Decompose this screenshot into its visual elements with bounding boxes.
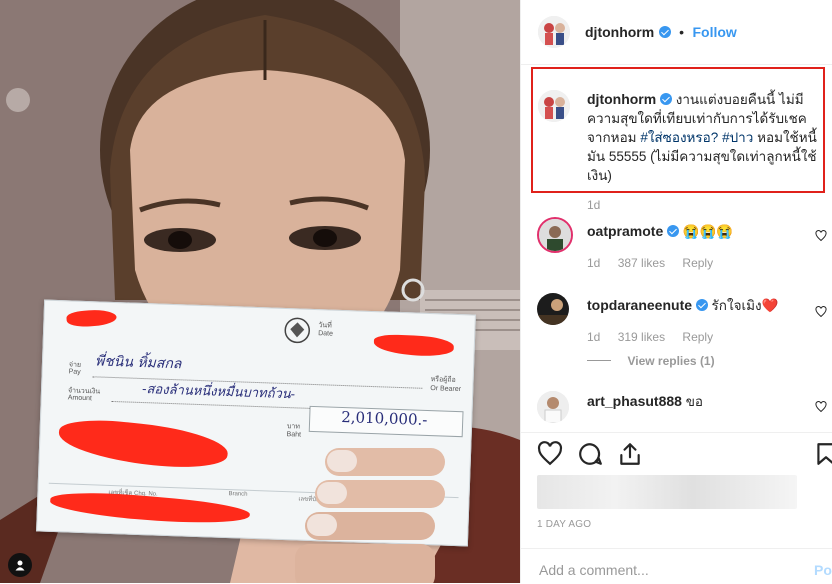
comment-verified-icon — [695, 299, 708, 311]
comment-likes[interactable]: 319 likes — [618, 330, 665, 344]
caption-text: djtonhorm งานแต่งบอยคืนนี้ ไม่มีความสุขใ… — [587, 90, 819, 185]
follow-button[interactable]: Follow — [692, 24, 736, 40]
signature-redaction — [56, 415, 230, 473]
view-replies-button[interactable]: View replies (1) — [627, 354, 714, 368]
comment-likes[interactable]: 387 likes — [618, 256, 665, 270]
caption-time[interactable]: 1d — [587, 198, 600, 212]
post-photo[interactable]: วันที่ Date จ่าย Pay พี่ชนิน หิ้มสกล หรื… — [0, 0, 520, 583]
comment-time[interactable]: 1d — [587, 330, 600, 344]
action-bar — [521, 432, 832, 473]
commenter-avatar-oatpramote[interactable] — [537, 217, 573, 253]
caption-username[interactable]: djtonhorm — [587, 91, 656, 107]
baht-label-en: Baht — [286, 431, 302, 439]
comment-meta: 1d 319 likes Reply — [587, 330, 713, 344]
bearer-text: หรือผู้ถือ Or Bearer — [430, 376, 462, 394]
payee-handwriting: พี่ชนิน หิ้มสกล — [94, 353, 182, 373]
comment-oatpramote: oatpramote 😭😭😭 — [587, 222, 807, 241]
separator-dot: • — [679, 24, 685, 40]
share-icon[interactable] — [617, 441, 643, 467]
add-comment-bar: Pos — [521, 548, 832, 584]
tagged-people-icon[interactable] — [8, 553, 32, 577]
comment-topdaraneenute: topdaraneenute รักใจเมิง❤️ — [587, 296, 807, 315]
add-comment-input[interactable] — [537, 561, 791, 579]
likes-count-blurred[interactable] — [537, 475, 797, 509]
comment-art-phasut888: art_phasut888 ขอ — [587, 392, 807, 411]
comment-username[interactable]: topdaraneenute — [587, 297, 692, 313]
verified-badge-icon — [658, 26, 671, 38]
comment-time[interactable]: 1d — [587, 256, 600, 270]
cheque-number-label: เลขที่เช็ค Chq. No. — [108, 489, 158, 498]
caption-verified-icon — [659, 93, 672, 105]
date-redaction — [373, 334, 455, 357]
like-heart-icon[interactable] — [537, 441, 563, 467]
post-time-ago[interactable]: 1 DAY AGO — [537, 519, 591, 530]
commenter-avatar-art-phasut888[interactable] — [537, 391, 569, 423]
amount-label-en: Amount — [67, 394, 92, 403]
author-avatar[interactable] — [538, 16, 570, 48]
post-comment-button[interactable]: Pos — [814, 562, 832, 578]
view-replies-row[interactable]: View replies (1) — [587, 352, 715, 370]
pay-label-en: Pay — [68, 368, 81, 376]
comment-bubble-icon[interactable] — [577, 441, 603, 467]
like-comment-heart-icon[interactable] — [815, 401, 827, 413]
reply-button[interactable]: Reply — [682, 256, 713, 270]
comment-text: 😭😭😭 — [682, 224, 734, 239]
comment-text: รักใจเมิง❤️ — [711, 298, 779, 313]
comment-username[interactable]: art_phasut888 — [587, 393, 682, 409]
garuda-emblem-icon — [284, 317, 311, 344]
save-bookmark-icon[interactable] — [813, 441, 832, 467]
amount-words-handwriting: -สองล้านหนึ่งหมื่นบาทถ้วน- — [141, 382, 296, 403]
like-comment-heart-icon[interactable] — [815, 306, 827, 318]
comment-meta: 1d 387 likes Reply — [587, 256, 713, 270]
reply-button[interactable]: Reply — [682, 330, 713, 344]
fingers — [295, 440, 465, 583]
branch-label: Branch — [228, 491, 248, 498]
hashtag-link-2[interactable]: #ปาว — [722, 130, 753, 145]
post-side-panel: djtonhorm • Follow djtonhorm งานแต่งบอยค… — [520, 0, 832, 583]
date-label-en: Date — [318, 330, 334, 338]
author-username[interactable]: djtonhorm — [585, 24, 654, 40]
comment-verified-icon — [667, 225, 679, 237]
comment-username[interactable]: oatpramote — [587, 223, 663, 239]
like-comment-heart-icon[interactable] — [815, 230, 827, 242]
view-replies-rule — [587, 360, 611, 362]
caption-author-avatar[interactable] — [538, 90, 570, 122]
post-header: djtonhorm • Follow — [521, 0, 832, 65]
commenter-avatar-topdaraneenute[interactable] — [537, 293, 569, 325]
amount-figure-handwriting: 2,010,000.- — [340, 407, 428, 429]
comment-text: ขอ — [685, 394, 704, 409]
cheque-bank-logo-redaction — [66, 308, 118, 328]
hashtag-link-1[interactable]: #ใส่ซองหรอ? — [640, 130, 718, 145]
